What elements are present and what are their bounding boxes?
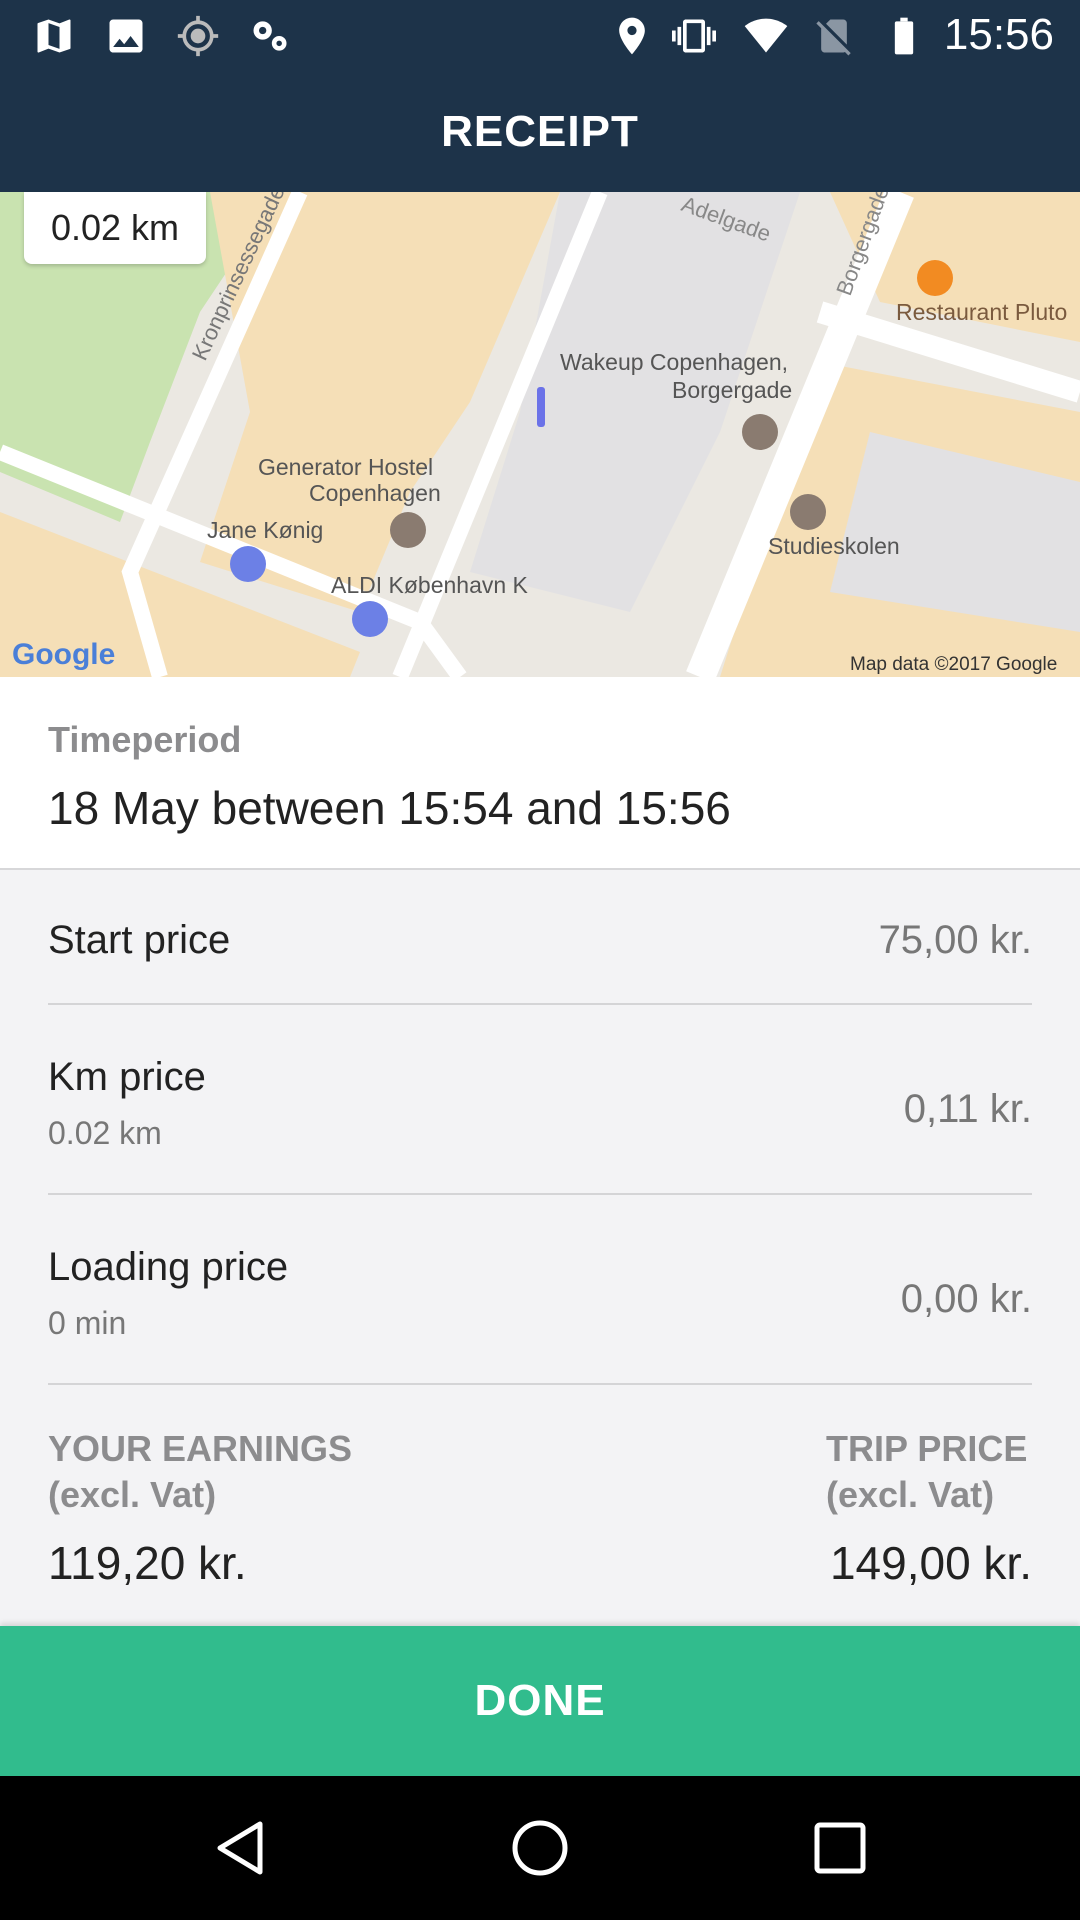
app-bar: RECEIPT — [0, 72, 1080, 192]
route-marker — [537, 387, 545, 427]
your-earnings-value: 119,20 kr. — [48, 1537, 247, 1589]
loading-price-duration: 0 min — [48, 1305, 127, 1341]
trip-price-label-line2: (excl. Vat) — [826, 1474, 995, 1515]
map-poi-label: Jane Kønig — [207, 517, 323, 543]
distance-chip: 0.02 km — [24, 192, 206, 264]
trip-price-value: 149,00 kr. — [829, 1537, 1032, 1589]
location-pin-icon — [610, 14, 654, 58]
route-map[interactable]: Kronprinsessegade Adelgade Borgergade Re… — [0, 192, 1080, 677]
loading-price-value: 0,00 kr. — [900, 1277, 1032, 1321]
start-price-row: Start price 75,00 kr. — [48, 870, 1032, 1005]
hotel-icon — [390, 512, 426, 548]
map-poi-label: Copenhagen — [309, 480, 441, 506]
settings-cog-icon — [248, 14, 292, 58]
km-price-row: Km price 0.02 km 0,11 kr. — [48, 1005, 1032, 1195]
start-price-label: Start price — [48, 918, 231, 962]
timeperiod-value: 18 May between 15:54 and 15:56 — [48, 782, 731, 834]
your-earnings-label: YOUR EARNINGS (excl. Vat) — [48, 1426, 352, 1518]
loading-price-row: Loading price 0 min 0,00 kr. — [48, 1195, 1032, 1385]
your-earnings-label-line2: (excl. Vat) — [48, 1474, 217, 1515]
km-price-value: 0,11 kr. — [903, 1087, 1032, 1131]
map-poi-label: ALDI København K — [331, 572, 529, 598]
school-icon — [790, 494, 826, 530]
system-navigation-bar — [0, 1776, 1080, 1920]
your-earnings-label-line1: YOUR EARNINGS — [48, 1428, 353, 1469]
map-icon — [32, 14, 76, 58]
trip-price-label-line1: TRIP PRICE — [826, 1428, 1028, 1469]
google-logo: Google — [12, 638, 115, 671]
no-sim-icon — [812, 14, 856, 58]
done-button[interactable]: DONE — [0, 1626, 1080, 1776]
map-attribution: Map data ©2017 Google — [850, 654, 1057, 675]
recents-icon[interactable] — [810, 1818, 870, 1878]
cart-icon — [352, 601, 388, 637]
receipt-screen: 15:56 RECEIPT Kronprinsessegade Adelgade… — [0, 0, 1080, 1920]
home-icon[interactable] — [510, 1818, 570, 1878]
back-icon[interactable] — [210, 1818, 270, 1878]
timeperiod-label: Timeperiod — [48, 719, 242, 760]
loading-price-label: Loading price — [48, 1245, 289, 1289]
map-poi-label: Restaurant Pluto — [896, 299, 1067, 325]
wifi-icon — [744, 14, 788, 58]
image-icon — [104, 14, 148, 58]
map-poi-label: Wakeup Copenhagen, — [560, 349, 788, 375]
map-poi-label: Borgergade — [672, 377, 792, 403]
location-target-icon — [176, 14, 220, 58]
map-canvas: Kronprinsessegade Adelgade Borgergade Re… — [0, 192, 1080, 677]
status-bar: 15:56 — [0, 0, 1080, 72]
shopping-icon — [230, 546, 266, 582]
timeperiod-section: Timeperiod 18 May between 15:54 and 15:5… — [0, 677, 1080, 870]
restaurant-icon — [917, 260, 953, 296]
km-price-label: Km price — [48, 1055, 206, 1099]
map-poi-label: Studieskolen — [768, 533, 900, 559]
hotel-icon — [742, 414, 778, 450]
km-price-distance: 0.02 km — [48, 1115, 162, 1151]
divider — [48, 1383, 1032, 1385]
vibrate-icon — [672, 14, 716, 58]
map-poi-label: Generator Hostel — [258, 454, 433, 480]
page-title: RECEIPT — [441, 107, 639, 156]
start-price-value: 75,00 kr. — [878, 918, 1032, 962]
battery-icon — [882, 14, 926, 58]
trip-price-label: TRIP PRICE (excl. Vat) — [826, 1426, 1027, 1518]
status-time: 15:56 — [943, 10, 1054, 59]
